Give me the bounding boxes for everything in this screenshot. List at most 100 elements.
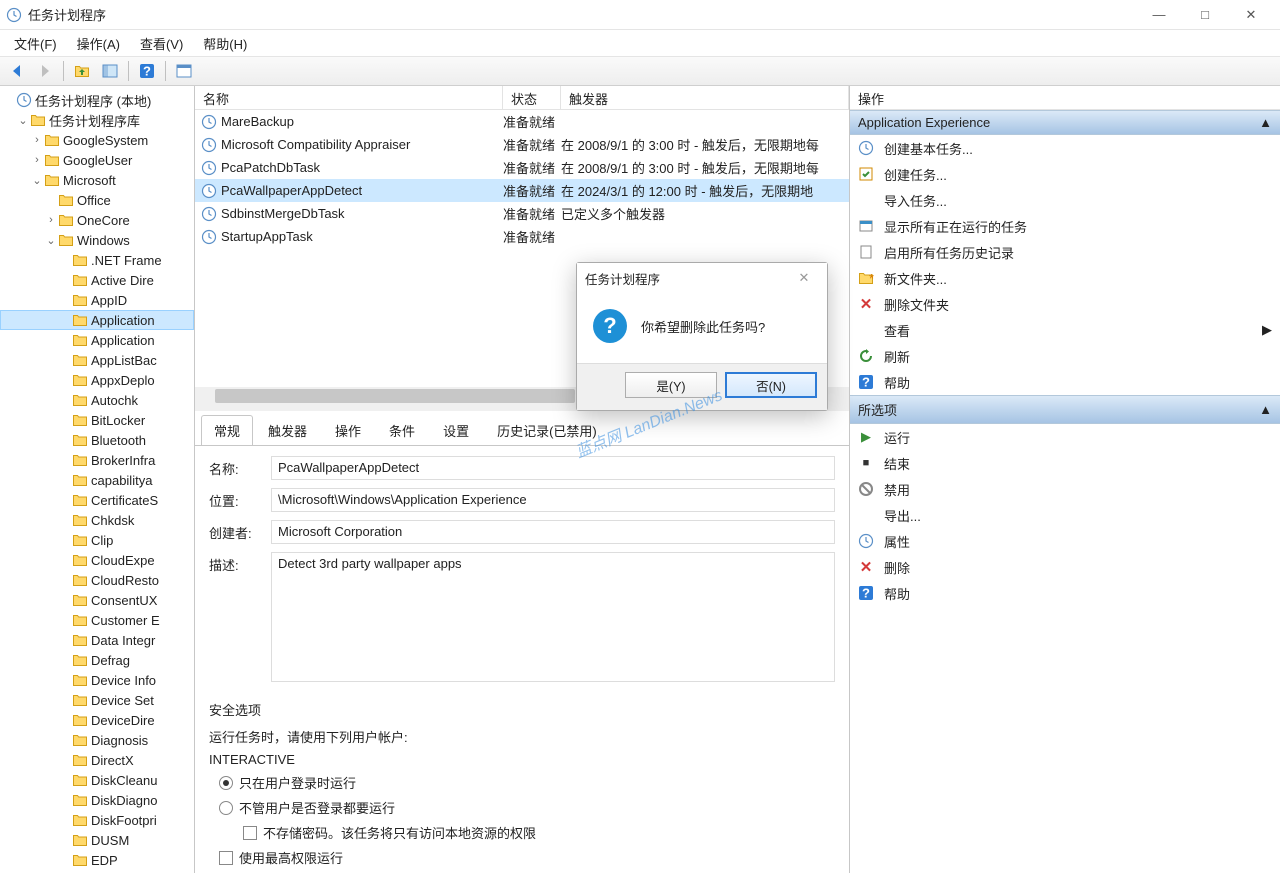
forward-button[interactable] bbox=[32, 58, 58, 84]
action-item[interactable]: ✕删除 bbox=[850, 554, 1280, 580]
menu-help[interactable]: 帮助(H) bbox=[195, 32, 255, 55]
action-item[interactable]: 查看▶ bbox=[850, 317, 1280, 343]
action-item[interactable]: ■结束 bbox=[850, 450, 1280, 476]
tree-node[interactable]: capabilitya bbox=[0, 470, 194, 490]
tab[interactable]: 条件 bbox=[376, 415, 428, 445]
menu-view[interactable]: 查看(V) bbox=[132, 32, 191, 55]
tree-node[interactable]: Office bbox=[0, 190, 194, 210]
tree-node[interactable]: CertificateS bbox=[0, 490, 194, 510]
tree-node[interactable]: Customer E bbox=[0, 610, 194, 630]
action-item[interactable]: ?帮助 bbox=[850, 580, 1280, 606]
tree-node[interactable]: ⌄Microsoft bbox=[0, 170, 194, 190]
action-item[interactable]: *新文件夹... bbox=[850, 265, 1280, 291]
minimize-button[interactable]: — bbox=[1136, 0, 1182, 30]
tree-node[interactable]: Data Integr bbox=[0, 630, 194, 650]
tree-node[interactable]: AppxDeplo bbox=[0, 370, 194, 390]
tree-node[interactable]: DeviceDire bbox=[0, 710, 194, 730]
tree-node[interactable]: .NET Frame bbox=[0, 250, 194, 270]
action-item[interactable]: 导出... bbox=[850, 502, 1280, 528]
radio-any-logon[interactable] bbox=[219, 801, 233, 815]
tree-node[interactable]: Active Dire bbox=[0, 270, 194, 290]
task-row[interactable]: SdbinstMergeDbTask准备就绪已定义多个触发器 bbox=[195, 202, 849, 225]
tree-node[interactable]: Clip bbox=[0, 530, 194, 550]
action-item[interactable]: 创建任务... bbox=[850, 161, 1280, 187]
action-item[interactable]: 禁用 bbox=[850, 476, 1280, 502]
action-item[interactable]: 创建基本任务... bbox=[850, 135, 1280, 161]
maximize-button[interactable]: □ bbox=[1182, 0, 1228, 30]
action-item[interactable]: ▶运行 bbox=[850, 424, 1280, 450]
actions-section-1[interactable]: Application Experience▲ bbox=[850, 110, 1280, 135]
panes-button[interactable] bbox=[97, 58, 123, 84]
task-row[interactable]: Microsoft Compatibility Appraiser准备就绪在 2… bbox=[195, 133, 849, 156]
tab[interactable]: 设置 bbox=[430, 415, 482, 445]
up-button[interactable] bbox=[69, 58, 95, 84]
tree-node[interactable]: ConsentUX bbox=[0, 590, 194, 610]
task-list[interactable]: MareBackup准备就绪Microsoft Compatibility Ap… bbox=[195, 110, 849, 249]
tree-node[interactable]: AppID bbox=[0, 290, 194, 310]
chk-no-password[interactable] bbox=[243, 826, 257, 840]
action-item[interactable]: 显示所有正在运行的任务 bbox=[850, 213, 1280, 239]
tree-node[interactable]: ›GoogleSystem bbox=[0, 130, 194, 150]
dialog-no-button[interactable]: 否(N) bbox=[725, 372, 817, 398]
tree-node[interactable]: Chkdsk bbox=[0, 510, 194, 530]
action-item[interactable]: ✕删除文件夹 bbox=[850, 291, 1280, 317]
tab[interactable]: 操作 bbox=[322, 415, 374, 445]
tree-node[interactable]: Diagnosis bbox=[0, 730, 194, 750]
tree-node[interactable]: DiskCleanu bbox=[0, 770, 194, 790]
tree-node[interactable]: DiskDiagno bbox=[0, 790, 194, 810]
val-desc[interactable]: Detect 3rd party wallpaper apps bbox=[271, 552, 835, 682]
tree-node[interactable]: Bluetooth bbox=[0, 430, 194, 450]
action-item[interactable]: 刷新 bbox=[850, 343, 1280, 369]
tree-node[interactable]: ⌄Windows bbox=[0, 230, 194, 250]
task-row[interactable]: StartupAppTask准备就绪 bbox=[195, 225, 849, 248]
tab[interactable]: 常规 bbox=[201, 415, 253, 445]
tree-node[interactable]: Defrag bbox=[0, 650, 194, 670]
tree-node[interactable]: DUSM bbox=[0, 830, 194, 850]
tree-node[interactable]: Device Info bbox=[0, 670, 194, 690]
tree-node[interactable]: DiskFootpri bbox=[0, 810, 194, 830]
action-item[interactable]: 属性 bbox=[850, 528, 1280, 554]
nav-tree[interactable]: 任务计划程序 (本地)⌄任务计划程序库›GoogleSystem›GoogleU… bbox=[0, 86, 195, 873]
tree-node[interactable]: AppListBac bbox=[0, 350, 194, 370]
menu-file[interactable]: 文件(F) bbox=[6, 32, 65, 55]
close-button[interactable]: ✕ bbox=[1228, 0, 1274, 30]
dialog-yes-button[interactable]: 是(Y) bbox=[625, 372, 717, 398]
actions-section-2[interactable]: 所选项▲ bbox=[850, 395, 1280, 424]
tab[interactable]: 历史记录(已禁用) bbox=[484, 415, 610, 445]
tree-node[interactable]: BrokerInfra bbox=[0, 450, 194, 470]
action-item[interactable]: 启用所有任务历史记录 bbox=[850, 239, 1280, 265]
col-name[interactable]: 名称 bbox=[195, 86, 503, 109]
action-item[interactable]: 导入任务... bbox=[850, 187, 1280, 213]
tree-node[interactable]: ›GoogleUser bbox=[0, 150, 194, 170]
tree-node[interactable]: 任务计划程序 (本地) bbox=[0, 90, 194, 110]
task-row[interactable]: PcaPatchDbTask准备就绪在 2008/9/1 的 3:00 时 - … bbox=[195, 156, 849, 179]
list-header: 名称 状态 触发器 bbox=[195, 86, 849, 110]
menu-action[interactable]: 操作(A) bbox=[69, 32, 128, 55]
tree-node[interactable]: DirectX bbox=[0, 750, 194, 770]
chk-highest-priv[interactable] bbox=[219, 851, 233, 865]
action-item[interactable]: ?帮助 bbox=[850, 369, 1280, 395]
tree-node[interactable]: Autochk bbox=[0, 390, 194, 410]
task-row[interactable]: PcaWallpaperAppDetect准备就绪在 2024/3/1 的 12… bbox=[195, 179, 849, 202]
tree-node[interactable]: CloudExpe bbox=[0, 550, 194, 570]
tree-node[interactable]: ⌄任务计划程序库 bbox=[0, 110, 194, 130]
task-row[interactable]: MareBackup准备就绪 bbox=[195, 110, 849, 133]
back-button[interactable] bbox=[4, 58, 30, 84]
tree-node[interactable]: EDP bbox=[0, 850, 194, 870]
lbl-loc: 位置: bbox=[209, 488, 271, 512]
tree-node[interactable]: Device Set bbox=[0, 690, 194, 710]
radio-logon-only[interactable] bbox=[219, 776, 233, 790]
action-icon: ? bbox=[858, 374, 874, 390]
view-button[interactable] bbox=[171, 58, 197, 84]
tree-node[interactable]: CloudResto bbox=[0, 570, 194, 590]
tab[interactable]: 触发器 bbox=[255, 415, 320, 445]
tree-node[interactable]: ›OneCore bbox=[0, 210, 194, 230]
col-trigger[interactable]: 触发器 bbox=[561, 86, 849, 109]
tree-node[interactable]: BitLocker bbox=[0, 410, 194, 430]
tree-node[interactable]: Application bbox=[0, 330, 194, 350]
tree-node[interactable]: Application bbox=[0, 310, 194, 330]
action-icon bbox=[858, 140, 874, 156]
col-status[interactable]: 状态 bbox=[503, 86, 561, 109]
dialog-close-icon[interactable]: ✕ bbox=[789, 270, 819, 286]
help-button[interactable]: ? bbox=[134, 58, 160, 84]
